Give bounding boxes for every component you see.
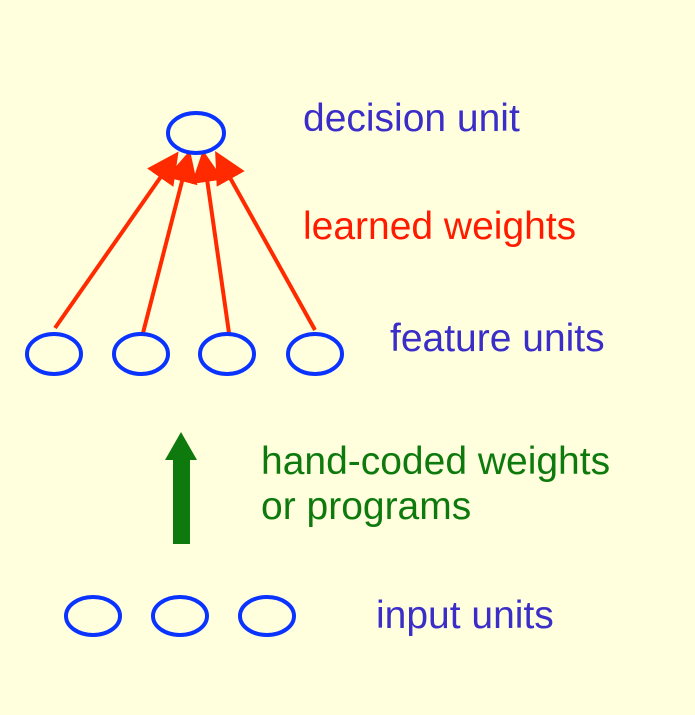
decision-unit-label: decision unit	[303, 97, 520, 140]
learned-arrow-1	[53, 151, 179, 330]
hand-coded-arrow	[165, 432, 197, 544]
hand-coded-label-line1: hand-coded weights	[261, 440, 611, 483]
feature-unit-nodes	[25, 332, 344, 376]
learned-arrow-4	[215, 151, 317, 331]
feature-unit-node	[25, 332, 83, 376]
hand-coded-label-line2: or programs	[261, 484, 472, 528]
feature-unit-node	[112, 332, 170, 376]
feature-unit-node	[198, 332, 256, 376]
hand-coded-arrow-shaft	[173, 458, 190, 544]
learned-weight-arrows	[53, 150, 317, 334]
learned-arrow-3	[191, 150, 231, 334]
learned-arrow-2	[141, 150, 198, 334]
hand-coded-arrow-head	[165, 432, 197, 460]
decision-unit-node	[166, 111, 226, 155]
input-unit-nodes	[64, 595, 296, 637]
input-unit-node	[151, 595, 209, 637]
hand-coded-label: hand-coded weights or programs	[261, 440, 610, 530]
input-unit-node	[238, 595, 296, 637]
feature-unit-node	[286, 332, 344, 376]
feature-units-label: feature units	[390, 317, 605, 360]
input-units-label: input units	[376, 594, 554, 637]
learned-weights-label: learned weights	[303, 205, 577, 248]
input-unit-node	[64, 595, 122, 637]
